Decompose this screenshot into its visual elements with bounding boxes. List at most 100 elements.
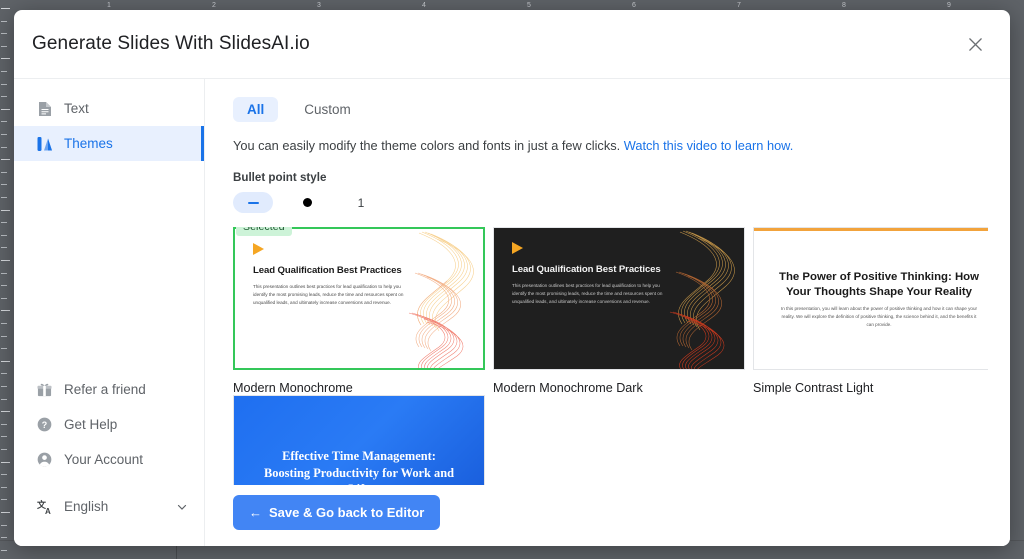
ruler-tick: [1, 235, 7, 236]
language-label: English: [64, 499, 108, 514]
sidebar-bottom-nav: Refer a friend ? Get Help: [14, 372, 204, 546]
ruler-tick: [1, 184, 7, 185]
theme-thumbnail[interactable]: Lead Qualification Best Practices This p…: [493, 227, 745, 370]
ruler-tick: [1, 96, 7, 97]
slide-preview: Lead Qualification Best Practices This p…: [235, 229, 483, 368]
sidebar-item-label: Get Help: [64, 417, 117, 432]
sidebar-item-label: Text: [64, 101, 89, 116]
ruler-tick: [1, 336, 7, 337]
theme-thumbnail[interactable]: Lead Qualification Best Practices This p…: [233, 227, 485, 370]
ruler-tick: 8: [842, 2, 846, 9]
ruler-tick: [1, 172, 7, 173]
dash-icon: [248, 202, 259, 204]
ruler-tick: [1, 436, 7, 437]
dot-icon: [303, 198, 312, 207]
slide-body: This presentation outlines best practice…: [253, 283, 405, 307]
bullet-option-dash[interactable]: [233, 192, 273, 213]
translate-icon: 文 A: [36, 498, 53, 515]
themes-icon: [36, 135, 53, 152]
sidebar-item-themes[interactable]: Themes: [14, 126, 204, 161]
sidebar-top-nav: Text Themes: [14, 91, 204, 161]
ruler-tick: [1, 310, 10, 311]
ruler-tick: 3: [317, 2, 321, 9]
themes-panel: All Custom You can easily modify the the…: [205, 79, 1010, 546]
slide-title: The Power of Positive Thinking: How Your…: [778, 270, 980, 301]
ruler-tick: [1, 159, 10, 160]
sidebar-item-your-account[interactable]: Your Account: [14, 442, 204, 477]
svg-text:A: A: [45, 507, 51, 515]
watch-video-link[interactable]: Watch this video to learn how.: [624, 138, 794, 153]
ruler-tick: [1, 21, 7, 22]
ruler-tick: [1, 361, 10, 362]
gift-icon: [36, 381, 53, 398]
ruler-tick: [1, 273, 7, 274]
ruler-tick: [1, 285, 7, 286]
tab-all[interactable]: All: [233, 97, 278, 122]
ruler-tick: [1, 210, 10, 211]
sidebar-item-label: Your Account: [64, 452, 143, 467]
sidebar-item-get-help[interactable]: ? Get Help: [14, 407, 204, 442]
slide-body: In this presentation, you will learn abo…: [780, 305, 978, 328]
theme-thumbnail-wrap: The Power of Positive Thinking: How Your…: [753, 227, 988, 370]
slidesai-modal: Generate Slides With SlidesAI.io: [14, 10, 1010, 546]
ruler-tick: [1, 121, 7, 122]
save-and-go-back-button[interactable]: ← Save & Go back to Editor: [233, 495, 440, 530]
help-circle-icon: ?: [36, 416, 53, 433]
sidebar-item-label: Refer a friend: [64, 382, 146, 397]
bullet-option-dot[interactable]: [287, 192, 327, 213]
bullet-option-number[interactable]: 1: [341, 192, 381, 213]
ruler-tick: 4: [422, 2, 426, 9]
slide-title: Lead Qualification Best Practices: [512, 264, 672, 276]
ruler-tick: [1, 58, 10, 59]
document-icon: [36, 100, 53, 117]
ruler-tick: 2: [212, 2, 216, 9]
account-circle-icon: [36, 451, 53, 468]
ruler-tick: [1, 373, 7, 374]
chevron-down-icon[interactable]: [173, 498, 190, 515]
ruler-tick: [1, 411, 10, 412]
description-text: You can easily modify the theme colors a…: [233, 138, 620, 153]
theme-thumbnail[interactable]: The Power of Positive Thinking: How Your…: [753, 227, 988, 370]
slide-title: Lead Qualification Best Practices: [253, 265, 413, 277]
vertical-ruler: [0, 0, 12, 559]
ruler-tick: [1, 449, 7, 450]
ruler-tick: [1, 84, 7, 85]
theme-card-modern-monochrome-dark[interactable]: Lead Qualification Best Practices This p…: [493, 227, 745, 395]
ruler-tick: [1, 512, 10, 513]
ruler-tick: [1, 474, 7, 475]
ruler-tick: [1, 499, 7, 500]
theme-name: Modern Monochrome: [233, 381, 485, 395]
ruler-tick: [1, 399, 7, 400]
ruler-tick: 5: [527, 2, 531, 9]
ruler-tick: 9: [947, 2, 951, 9]
panel-description: You can easily modify the theme colors a…: [233, 138, 988, 153]
tab-custom[interactable]: Custom: [290, 97, 365, 122]
sidebar: Text Themes: [14, 79, 205, 546]
panel-footer: ← Save & Go back to Editor: [205, 485, 1010, 546]
sidebar-item-text[interactable]: Text: [14, 91, 204, 126]
status-badge: Selected: [236, 227, 292, 236]
brand-play-icon: [253, 243, 264, 255]
language-selector[interactable]: 文 A English: [14, 489, 204, 524]
sidebar-item-refer-a-friend[interactable]: Refer a friend: [14, 372, 204, 407]
modal-header: Generate Slides With SlidesAI.io: [14, 10, 1010, 79]
ruler-tick: 1: [107, 2, 111, 9]
theme-name: Modern Monochrome Dark: [493, 381, 745, 395]
bullet-style-options: 1: [233, 192, 988, 213]
theme-card-simple-contrast-light[interactable]: The Power of Positive Thinking: How Your…: [753, 227, 988, 395]
ruler-tick: [1, 550, 7, 551]
back-arrow-icon: ←: [249, 505, 262, 520]
ruler-tick: [1, 109, 10, 110]
close-icon[interactable]: [962, 31, 988, 57]
svg-text:?: ?: [42, 420, 47, 430]
ruler-tick: [1, 8, 10, 9]
ruler-tick: [1, 197, 7, 198]
ruler-tick: [1, 386, 7, 387]
theme-card-modern-monochrome[interactable]: Selected: [233, 227, 485, 395]
ruler-tick: [1, 247, 7, 248]
slide-preview: Lead Qualification Best Practices This p…: [494, 228, 744, 369]
ruler-tick: [1, 462, 10, 463]
ruler-tick: [1, 348, 7, 349]
theme-thumbnail-wrap: Lead Qualification Best Practices This p…: [493, 227, 745, 370]
theme-thumbnail-wrap: Selected: [233, 227, 485, 370]
